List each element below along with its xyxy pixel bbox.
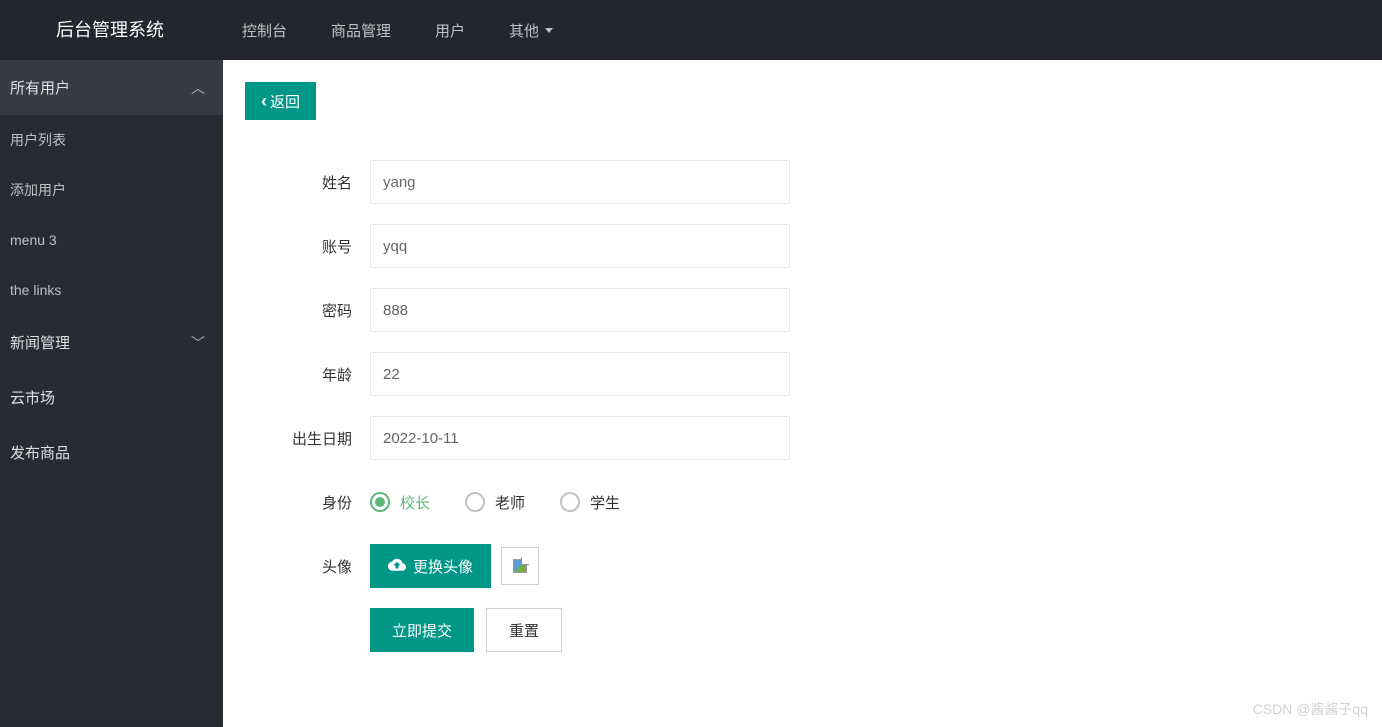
sidebar-item-label: 用户列表 [10, 130, 66, 150]
form-row-account: 账号 [245, 224, 1065, 268]
top-nav-console[interactable]: 控制台 [220, 0, 309, 60]
birthday-input[interactable] [370, 416, 790, 460]
upload-label: 更换头像 [413, 556, 473, 577]
name-input[interactable] [370, 160, 790, 204]
password-label: 密码 [245, 300, 370, 321]
radio-label: 学生 [590, 492, 620, 513]
form-row-age: 年龄 [245, 352, 1065, 396]
radio-icon [560, 492, 580, 512]
chevron-down-icon: ﹀ [191, 333, 205, 353]
reset-button[interactable]: 重置 [486, 608, 562, 652]
radio-label: 校长 [400, 492, 430, 513]
account-input[interactable] [370, 224, 790, 268]
sidebar-item-label: 发布商品 [10, 442, 70, 463]
role-label: 身份 [245, 492, 370, 513]
age-input[interactable] [370, 352, 790, 396]
container: 所有用户 ︿ 用户列表 添加用户 menu 3 the links [0, 60, 1382, 727]
nav-label: 其他 [509, 20, 539, 41]
sidebar-group-header-users[interactable]: 所有用户 ︿ [0, 60, 223, 115]
nav-label: 控制台 [242, 20, 287, 41]
sidebar-item-label: 云市场 [10, 387, 55, 408]
form-row-password: 密码 [245, 288, 1065, 332]
nav-label: 商品管理 [331, 20, 391, 41]
sidebar-item-add-user[interactable]: 添加用户 [0, 165, 223, 215]
sidebar-item-links[interactable]: the links [0, 265, 223, 315]
age-label: 年龄 [245, 364, 370, 385]
upload-avatar-button[interactable]: 更换头像 [370, 544, 491, 588]
form-row-avatar: 头像 更换头像 [245, 544, 1065, 588]
sidebar-item-publish[interactable]: 发布商品 [0, 425, 223, 480]
sidebar-subitems: 用户列表 添加用户 menu 3 the links [0, 115, 223, 315]
sidebar-group-header-news[interactable]: 新闻管理 ﹀ [0, 315, 223, 370]
name-label: 姓名 [245, 172, 370, 193]
account-label: 账号 [245, 236, 370, 257]
form-row-role: 身份 校长 老师 学生 [245, 480, 1065, 524]
role-radio-group: 校长 老师 学生 [370, 480, 620, 524]
sidebar-item-market[interactable]: 云市场 [0, 370, 223, 425]
back-button[interactable]: ‹ 返回 [245, 82, 316, 120]
sidebar-group-label: 新闻管理 [10, 332, 70, 353]
top-nav-other[interactable]: 其他 [487, 0, 575, 60]
sidebar-item-user-list[interactable]: 用户列表 [0, 115, 223, 165]
submit-button[interactable]: 立即提交 [370, 608, 474, 652]
broken-image-icon [513, 559, 527, 573]
form-row-birthday: 出生日期 [245, 416, 1065, 460]
chevron-down-icon [545, 28, 553, 33]
sidebar-item-label: menu 3 [10, 232, 57, 248]
radio-label: 老师 [495, 492, 525, 513]
top-nav-users[interactable]: 用户 [413, 0, 487, 60]
avatar-controls: 更换头像 [370, 544, 539, 588]
nav-label: 用户 [435, 20, 465, 41]
radio-teacher[interactable]: 老师 [465, 492, 525, 513]
top-nav-products[interactable]: 商品管理 [309, 0, 413, 60]
form-actions: 立即提交 重置 [370, 608, 1065, 652]
birthday-label: 出生日期 [245, 428, 370, 449]
radio-icon [465, 492, 485, 512]
header: 后台管理系统 控制台 商品管理 用户 其他 [0, 0, 1382, 60]
sidebar-group-news: 新闻管理 ﹀ [0, 315, 223, 370]
form-row-name: 姓名 [245, 160, 1065, 204]
password-input[interactable] [370, 288, 790, 332]
user-form: 姓名 账号 密码 年龄 [245, 160, 1065, 652]
sidebar-group-users: 所有用户 ︿ 用户列表 添加用户 menu 3 the links [0, 60, 223, 315]
logo: 后台管理系统 [0, 0, 220, 60]
radio-dot-icon [375, 497, 385, 507]
chevron-left-icon: ‹ [261, 91, 267, 112]
sidebar-item-label: 添加用户 [10, 180, 66, 200]
radio-principal[interactable]: 校长 [370, 492, 430, 513]
sidebar-item-label: the links [10, 282, 61, 298]
chevron-up-icon: ︿ [191, 78, 205, 98]
sidebar-group-label: 所有用户 [10, 77, 70, 98]
main-content: ‹ 返回 姓名 账号 密码 年 [223, 60, 1382, 727]
avatar-label: 头像 [245, 556, 370, 577]
sidebar-item-menu3[interactable]: menu 3 [0, 215, 223, 265]
back-label: 返回 [270, 91, 300, 112]
radio-icon [370, 492, 390, 512]
top-nav: 控制台 商品管理 用户 其他 [220, 0, 575, 60]
avatar-preview [501, 547, 539, 585]
cloud-upload-icon [388, 556, 406, 576]
radio-student[interactable]: 学生 [560, 492, 620, 513]
sidebar: 所有用户 ︿ 用户列表 添加用户 menu 3 the links [0, 60, 223, 727]
